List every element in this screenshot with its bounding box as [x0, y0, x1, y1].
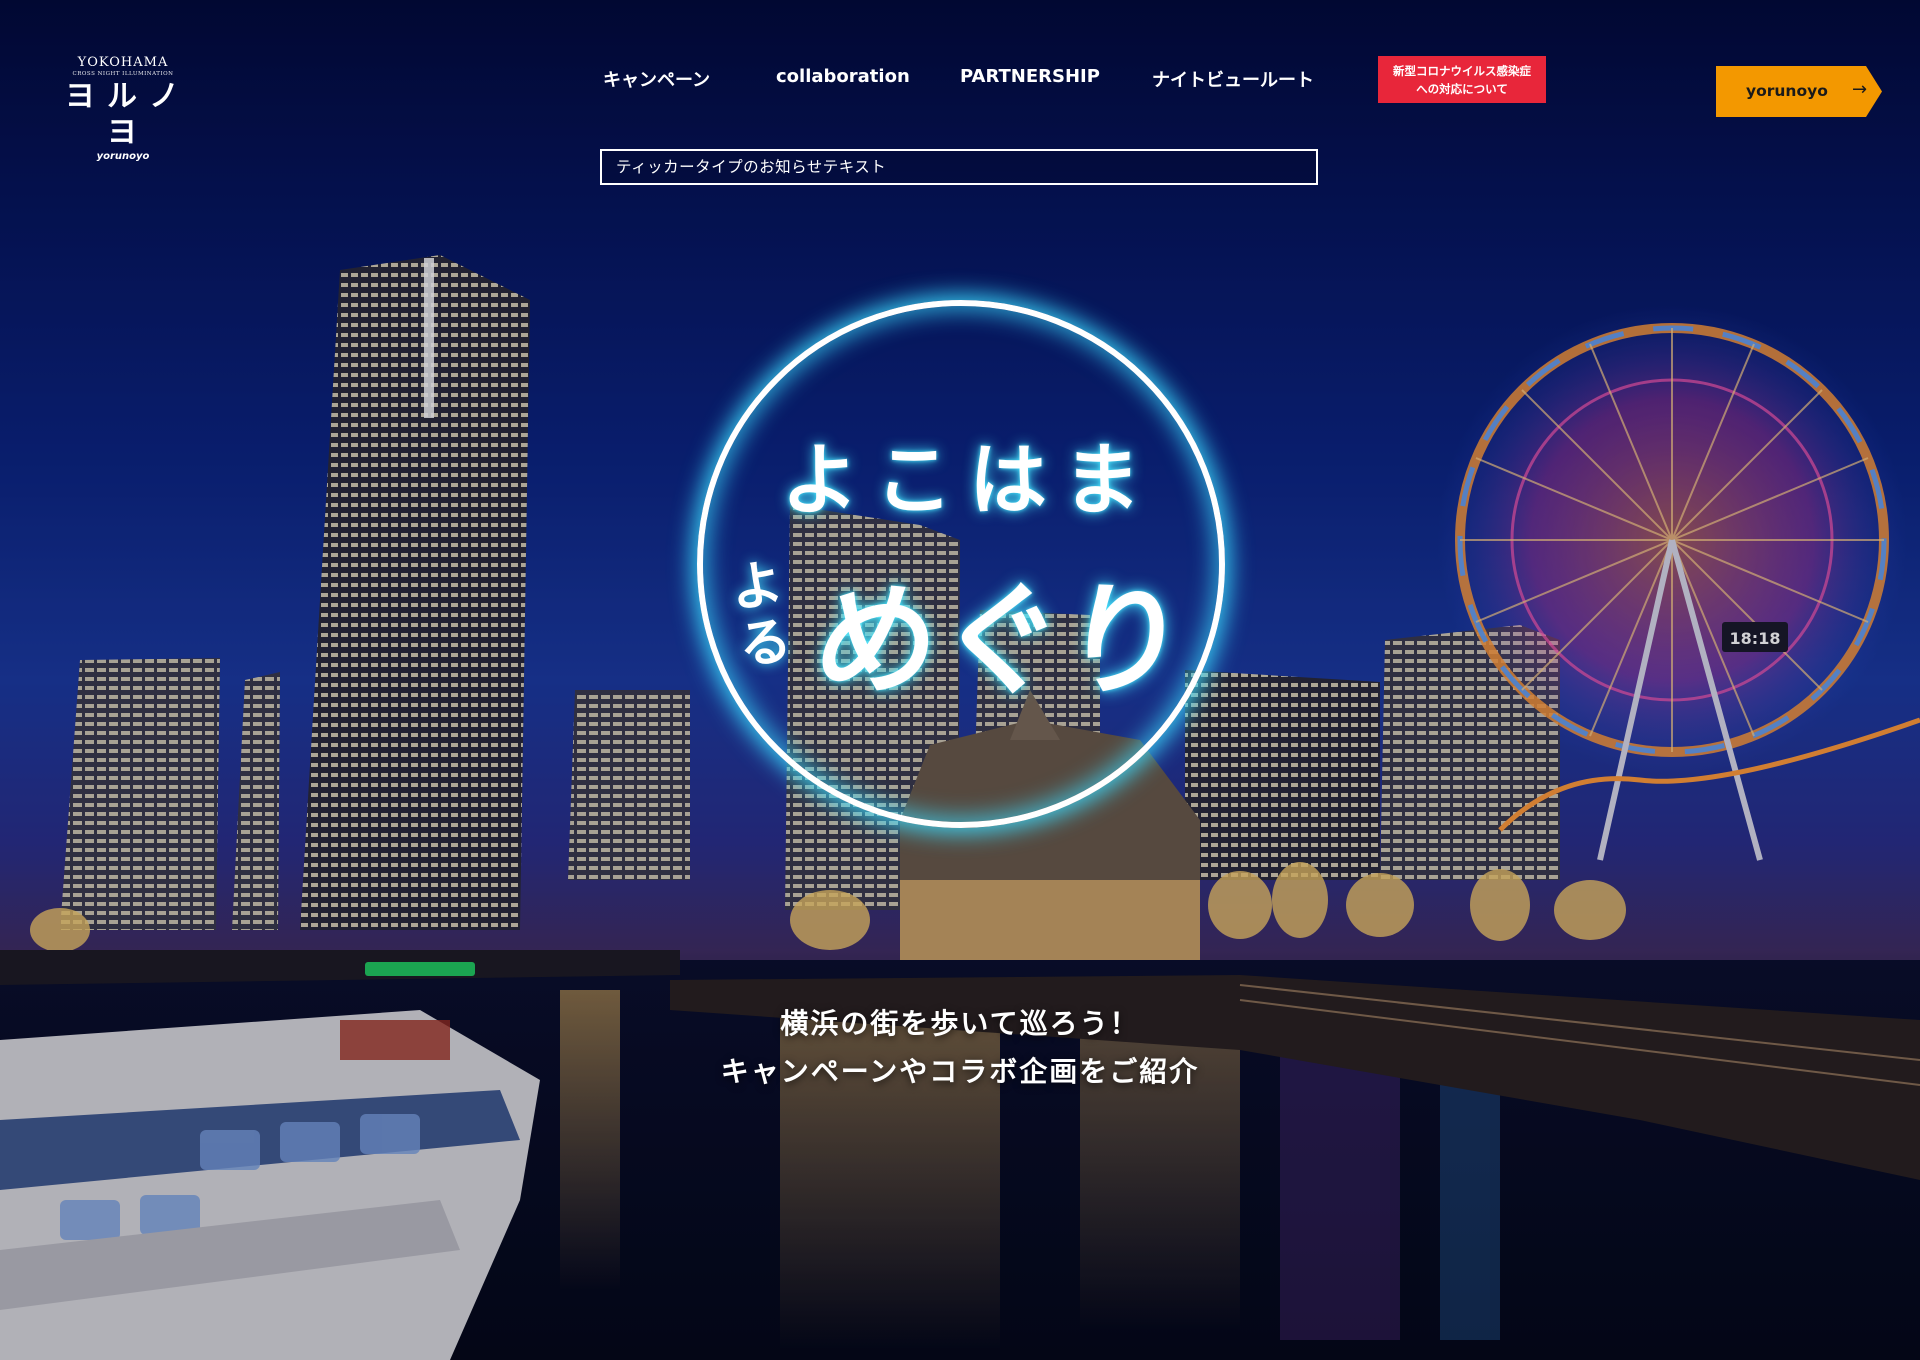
hero-tagline-line1: 横浜の街を歩いて巡ろう！ — [780, 1007, 1140, 1040]
logo-romaji-text: yorunoyo — [96, 151, 150, 162]
nav-item-collaboration[interactable]: collaboration — [776, 66, 910, 87]
logo-subtitle-text: CROSS NIGHT ILLUMINATION — [72, 71, 174, 77]
nav-item-night-view-route[interactable]: ナイトビュールート — [1152, 66, 1314, 92]
nav-item-campaign[interactable]: キャンペーン — [603, 66, 710, 92]
news-ticker[interactable]: ティッカータイプのお知らせテキスト — [600, 149, 1318, 185]
covid-notice-button[interactable]: 新型コロナウイルス感染症 への対応について — [1378, 56, 1546, 103]
arrow-right-icon: → — [1852, 79, 1868, 100]
yorunoyo-cta-button[interactable]: yorunoyo → — [1716, 66, 1882, 117]
cta-label: yorunoyo — [1746, 82, 1828, 100]
covid-notice-line2: への対応について — [1416, 81, 1508, 96]
site-logo[interactable]: YOKOHAMA CROSS NIGHT ILLUMINATION ヨルノヨ y… — [50, 56, 196, 163]
logo-kana-text: ヨルノヨ — [65, 79, 191, 150]
logo-city-text: YOKOHAMA — [77, 55, 169, 70]
emblem-title-line2: めぐり — [808, 570, 1196, 712]
hero-emblem-logo: よこはま よる めぐり — [697, 300, 1225, 828]
nav-item-partnership[interactable]: PARTNERSHIP — [960, 66, 1100, 87]
hero-section: 18:18 YOKOHAMA CROSS NIGHT ILLUMINATION … — [0, 0, 1920, 1360]
hero-tagline-line2: キャンペーンやコラボ企画をご紹介 — [720, 1055, 1200, 1088]
covid-notice-line1: 新型コロナウイルス感染症 — [1393, 63, 1531, 78]
ticker-text: ティッカータイプのお知らせテキスト — [616, 158, 887, 176]
emblem-title-line1: よこはま — [780, 436, 1157, 526]
